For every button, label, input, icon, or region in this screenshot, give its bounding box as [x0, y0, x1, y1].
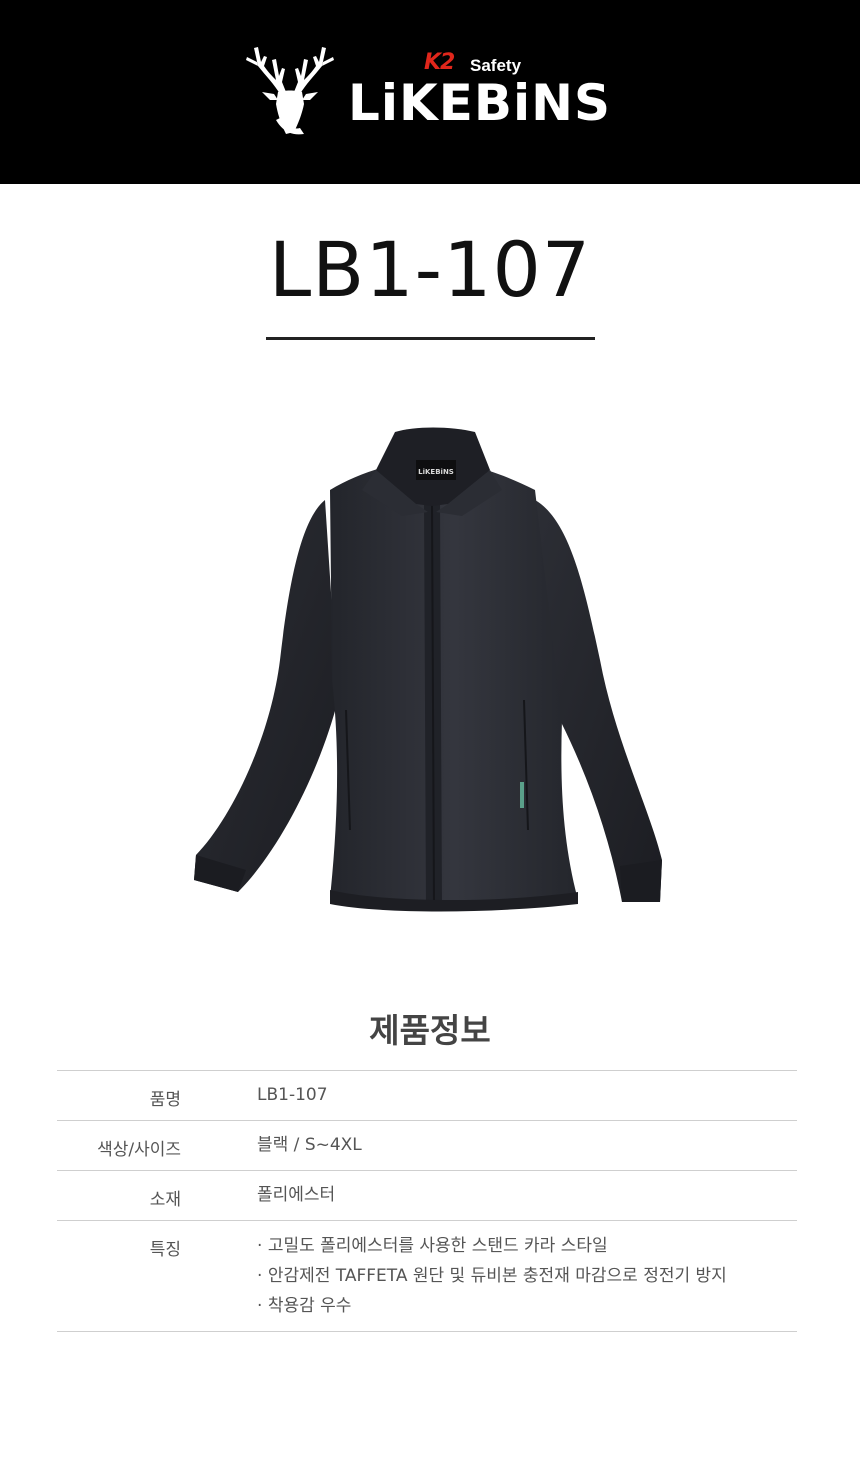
feature-item: 안감제전 TAFFETA 원단 및 듀비본 충전재 마감으로 정전기 방지: [257, 1261, 727, 1291]
product-code-title: LB1-107: [268, 225, 592, 314]
info-row-material: 소재 폴리에스터: [57, 1171, 797, 1221]
feature-list: 고밀도 폴리에스터를 사용한 스탠드 카라 스타일 안감제전 TAFFETA 원…: [257, 1231, 727, 1321]
jacket-product-image: LiKEBiNS: [194, 427, 662, 912]
feature-item: 고밀도 폴리에스터를 사용한 스탠드 카라 스타일: [257, 1231, 727, 1261]
info-label: 품명: [149, 1090, 181, 1110]
info-label: 특징: [149, 1240, 181, 1260]
info-label: 색상/사이즈: [97, 1140, 181, 1160]
info-label: 소재: [149, 1190, 181, 1210]
info-row-name: 품명 LB1-107: [57, 1071, 797, 1121]
title-divider: [266, 337, 595, 340]
info-value: LB1-107: [257, 1085, 328, 1105]
brand-name: LiKEBiNS: [348, 74, 612, 132]
info-value: 고밀도 폴리에스터를 사용한 스탠드 카라 스타일 안감제전 TAFFETA 원…: [181, 1221, 727, 1331]
info-row-features: 특징 고밀도 폴리에스터를 사용한 스탠드 카라 스타일 안감제전 TAFFET…: [57, 1221, 797, 1332]
brand-banner: K2 Safety LiKEBiNS: [0, 0, 860, 184]
info-value: 블랙 / S~4XL: [257, 1135, 362, 1155]
info-row-color-size: 색상/사이즈 블랙 / S~4XL: [57, 1121, 797, 1171]
info-heading: 제품정보: [369, 1011, 491, 1050]
deer-head-logo-icon: [246, 47, 334, 135]
jacket-label: LiKEBiNS: [418, 468, 454, 476]
product-info-table: 품명 LB1-107 색상/사이즈 블랙 / S~4XL 소재 폴리에스터 특징…: [57, 1070, 797, 1332]
info-value: 폴리에스터: [257, 1185, 336, 1205]
feature-item: 착용감 우수: [257, 1291, 727, 1321]
